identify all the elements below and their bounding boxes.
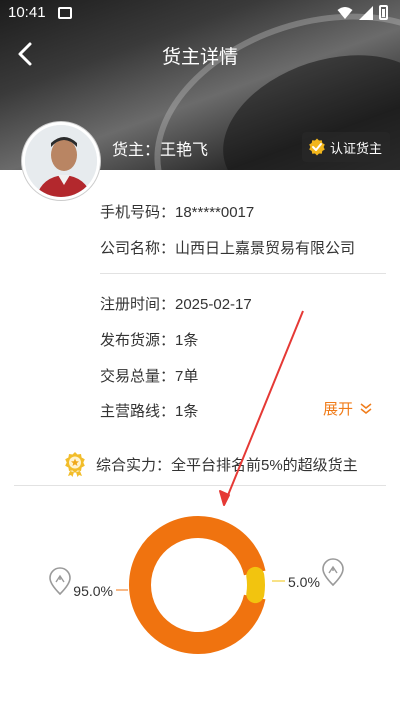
chevron-double-down-icon bbox=[360, 402, 372, 414]
gallery-icon bbox=[58, 7, 72, 19]
avatar-photo bbox=[25, 125, 97, 197]
phone-number: 手机号码：18*****0017 bbox=[100, 204, 255, 221]
page-title: 货主详情 bbox=[161, 47, 238, 68]
main-routes: 主营路线：1条 bbox=[100, 403, 199, 420]
slice-label-main: 95.0% bbox=[73, 583, 113, 599]
donut-slice-main bbox=[129, 516, 266, 654]
divider bbox=[100, 273, 386, 274]
wifi-icon bbox=[337, 6, 353, 19]
verified-owner-badge: 认证货主 bbox=[301, 132, 390, 162]
status-time: 10:41 bbox=[8, 4, 46, 21]
verified-check-icon bbox=[309, 138, 325, 156]
battery-icon bbox=[379, 5, 388, 20]
location-pin-icon bbox=[49, 567, 71, 596]
location-pin-icon bbox=[322, 558, 344, 587]
slice-label-minor: 5.0% bbox=[288, 574, 320, 590]
status-bar: 10:41 bbox=[0, 0, 400, 28]
company-name: 公司名称：山西日上嘉景贸易有限公司 bbox=[100, 240, 356, 257]
verified-badge-label: 认证货主 bbox=[329, 140, 382, 156]
expand-button[interactable]: 展开 bbox=[323, 398, 373, 419]
transaction-volume: 交易总量：7单 bbox=[100, 368, 199, 385]
avatar bbox=[22, 122, 100, 200]
published-sources: 发布货源：1条 bbox=[100, 332, 199, 349]
divider bbox=[14, 485, 386, 486]
donut-slices bbox=[129, 516, 266, 654]
donut-slice-minor bbox=[246, 566, 265, 604]
owner-name: 货主：王艳飞 bbox=[112, 142, 209, 159]
transaction-share-donut-chart: 95.0% 5.0% bbox=[49, 516, 344, 654]
status-icons bbox=[337, 5, 388, 20]
overall-strength: 综合实力：全平台排名前5%的超级货主 bbox=[62, 452, 358, 477]
expand-label: 展开 bbox=[323, 401, 354, 418]
signal-icon bbox=[359, 5, 373, 20]
register-time: 注册时间：2025-02-17 bbox=[100, 296, 252, 313]
overall-strength-text: 综合实力：全平台排名前5%的超级货主 bbox=[96, 456, 358, 474]
medal-icon bbox=[65, 452, 85, 477]
